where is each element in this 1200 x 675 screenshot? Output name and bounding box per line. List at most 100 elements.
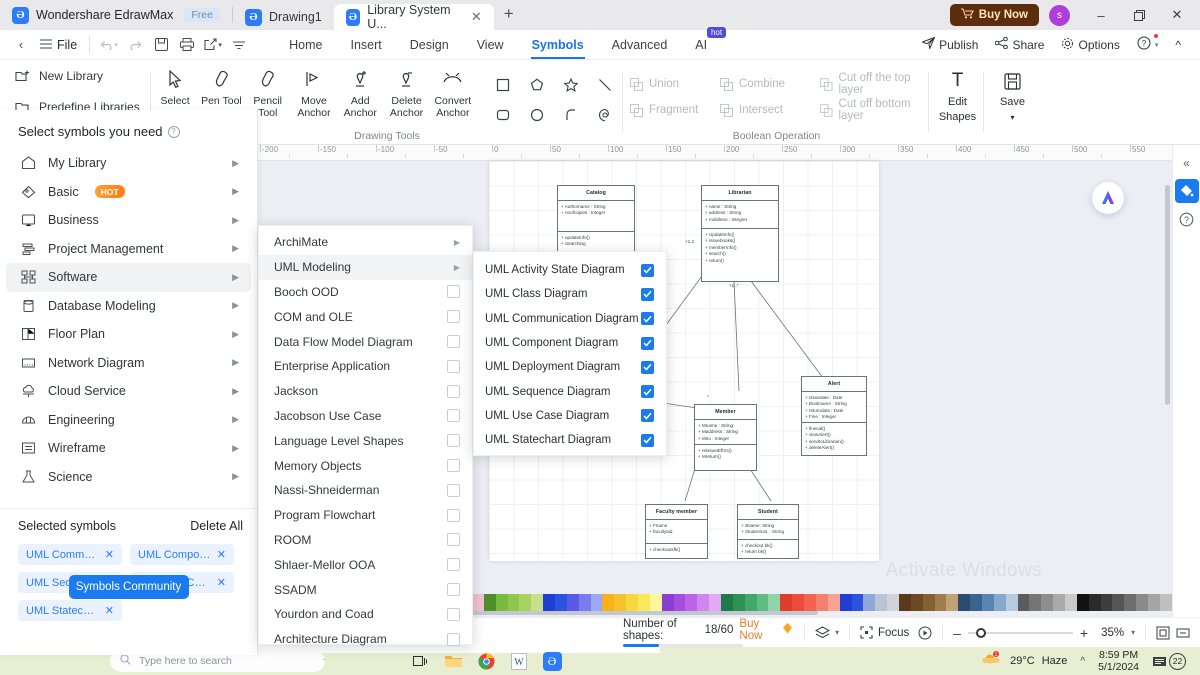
add-anchor-tool[interactable]: Add Anchor bbox=[337, 66, 383, 119]
checkbox[interactable] bbox=[447, 632, 460, 646]
tab-advanced[interactable]: Advanced bbox=[599, 33, 681, 57]
checkbox[interactable] bbox=[447, 359, 460, 373]
chrome-icon[interactable] bbox=[476, 651, 496, 671]
tab-symbols[interactable]: Symbols bbox=[519, 33, 597, 59]
focus-button[interactable]: Focus bbox=[860, 626, 932, 640]
help-button[interactable]: ? ▾ bbox=[1130, 33, 1166, 56]
collapse-panel-icon[interactable]: « bbox=[1175, 151, 1199, 175]
close-icon[interactable]: ✕ bbox=[105, 548, 114, 561]
sidebar-item-software[interactable]: Software ▶ bbox=[6, 263, 251, 292]
checkbox-checked[interactable] bbox=[641, 263, 654, 277]
checkbox[interactable] bbox=[447, 508, 460, 522]
checkbox-checked[interactable] bbox=[641, 312, 654, 326]
share-button[interactable]: Share bbox=[988, 34, 1051, 55]
sidebar-item-my-library[interactable]: My Library ▶ bbox=[6, 149, 251, 178]
zoom-out-button[interactable]: – bbox=[953, 625, 961, 641]
submenu-item-uml-use-case-diagram[interactable]: UML Use Case Diagram bbox=[474, 404, 666, 428]
submenu-item-uml-deployment-diagram[interactable]: UML Deployment Diagram bbox=[474, 355, 666, 379]
line-icon[interactable] bbox=[588, 70, 622, 100]
folder-icon[interactable] bbox=[443, 651, 463, 671]
tab-ai[interactable]: AI hot bbox=[682, 26, 727, 57]
convert-anchor-tool[interactable]: Convert Anchor bbox=[430, 66, 476, 119]
layers-button[interactable]: ▾ bbox=[815, 625, 839, 640]
dropdown-item-yourdon-and-coad[interactable]: Yourdon and Coad bbox=[259, 602, 472, 627]
close-button[interactable]: ✕ bbox=[1158, 0, 1196, 30]
edit-shapes-button[interactable]: T Edit Shapes bbox=[930, 60, 985, 124]
checkbox-checked[interactable] bbox=[641, 433, 654, 447]
uml-class-alert[interactable]: Alert Issuedate : Date Bookname : String… bbox=[801, 376, 867, 456]
spiral-icon[interactable] bbox=[588, 100, 622, 130]
zoom-knob[interactable] bbox=[975, 627, 986, 638]
sidebar-item-database-modeling[interactable]: Database Modeling ▶ bbox=[6, 292, 251, 321]
maximize-button[interactable] bbox=[1120, 0, 1158, 30]
symbol-chip[interactable]: UML Statechart ... ✕ bbox=[18, 600, 122, 621]
checkbox-checked[interactable] bbox=[641, 287, 654, 301]
word-icon[interactable]: W bbox=[509, 651, 529, 671]
uml-class-student[interactable]: Student sName: String Studentcat. : Stri… bbox=[737, 504, 799, 559]
publish-button[interactable]: Publish bbox=[915, 34, 985, 55]
weather-widget[interactable]: 1 29°C Haze bbox=[982, 651, 1067, 671]
checkbox[interactable] bbox=[447, 459, 460, 473]
color-palette[interactable] bbox=[472, 594, 1172, 611]
more-options-icon[interactable] bbox=[226, 32, 252, 58]
undo-icon[interactable]: ▾ bbox=[96, 32, 122, 58]
cut-off-top-layer-button[interactable]: Cut off the top layer bbox=[820, 71, 935, 97]
dropdown-item-language-level-shapes[interactable]: Language Level Shapes bbox=[259, 428, 472, 453]
zoom-dropdown-caret[interactable]: ▾ bbox=[1131, 628, 1135, 637]
checkbox[interactable] bbox=[447, 384, 460, 398]
fit-page-button[interactable] bbox=[1156, 626, 1170, 640]
submenu-item-uml-sequence-diagram[interactable]: UML Sequence Diagram bbox=[474, 379, 666, 403]
ai-assistant-button[interactable] bbox=[1092, 182, 1124, 214]
star-icon[interactable] bbox=[554, 70, 588, 100]
options-button[interactable]: Options bbox=[1054, 34, 1126, 56]
square-icon[interactable] bbox=[486, 70, 520, 100]
collapse-ribbon-button[interactable]: ^ bbox=[1168, 35, 1188, 55]
submenu-item-uml-statechart-diagram[interactable]: UML Statechart Diagram bbox=[474, 428, 666, 452]
checkbox[interactable] bbox=[447, 607, 460, 621]
checkbox-checked[interactable] bbox=[641, 409, 654, 423]
zoom-slider[interactable]: – + 35% ▾ bbox=[953, 625, 1135, 641]
union-button[interactable]: Union bbox=[630, 71, 720, 97]
back-icon[interactable]: ‹ bbox=[8, 32, 34, 58]
dropdown-item-uml-modeling[interactable]: UML Modeling ▶ bbox=[259, 254, 472, 280]
tray-chevron-icon[interactable]: ^ bbox=[1080, 656, 1085, 667]
help-circle-icon[interactable]: ? bbox=[1175, 207, 1199, 231]
tab-home[interactable]: Home bbox=[276, 33, 335, 57]
new-tab-button[interactable]: + bbox=[494, 4, 524, 26]
cut-off-bottom-layer-button[interactable]: Cut off bottom layer bbox=[820, 97, 935, 123]
dropdown-item-shlaer-mellor-ooa[interactable]: Shlaer-Mellor OOA bbox=[259, 552, 472, 577]
dropdown-item-enterprise-application[interactable]: Enterprise Application bbox=[259, 354, 472, 379]
export-icon[interactable]: ▾ bbox=[200, 32, 226, 58]
checkbox[interactable] bbox=[447, 409, 460, 423]
tab-view[interactable]: View bbox=[464, 33, 517, 57]
notifications-button[interactable]: 22 bbox=[1152, 652, 1186, 670]
tab-design[interactable]: Design bbox=[397, 33, 462, 57]
symbol-chip[interactable]: UML Communi... ✕ bbox=[18, 544, 122, 565]
save-dropdown-caret[interactable]: ▾ bbox=[1010, 111, 1014, 124]
minimize-button[interactable]: – bbox=[1082, 0, 1120, 30]
checkbox[interactable] bbox=[447, 533, 460, 547]
uml-class-member[interactable]: Member Mname : String Maddress : String … bbox=[694, 404, 757, 471]
submenu-item-uml-communication-diagram[interactable]: UML Communication Diagram bbox=[474, 307, 666, 331]
pen-tool[interactable]: Pen Tool bbox=[198, 66, 244, 107]
file-menu-button[interactable]: File bbox=[34, 38, 83, 52]
arc-icon[interactable] bbox=[554, 100, 588, 130]
dropdown-item-ssadm[interactable]: SSADM bbox=[259, 577, 472, 602]
sidebar-item-basic[interactable]: Basic HOT ▶ bbox=[6, 178, 251, 207]
dropdown-item-program-flowchart[interactable]: Program Flowchart bbox=[259, 503, 472, 528]
tab-insert[interactable]: Insert bbox=[338, 33, 395, 57]
help-icon[interactable]: ? bbox=[167, 125, 180, 138]
move-anchor-tool[interactable]: Move Anchor bbox=[291, 66, 337, 119]
checkbox[interactable] bbox=[447, 434, 460, 448]
pentagon-icon[interactable] bbox=[520, 70, 554, 100]
status-buy-now-link[interactable]: Buy Now bbox=[739, 618, 775, 642]
vertical-scrollbar[interactable] bbox=[1165, 185, 1170, 405]
sidebar-item-cloud-service[interactable]: Cloud Service ▶ bbox=[6, 377, 251, 406]
redo-icon[interactable] bbox=[122, 32, 148, 58]
dropdown-item-booch-ood[interactable]: Booch OOD bbox=[259, 280, 472, 305]
close-icon[interactable]: ✕ bbox=[105, 604, 114, 617]
checkbox-checked[interactable] bbox=[641, 336, 654, 350]
sidebar-item-business[interactable]: Business ▶ bbox=[6, 206, 251, 235]
avatar[interactable]: s bbox=[1049, 4, 1070, 26]
dropdown-item-archimate[interactable]: ArchiMate ▶ bbox=[259, 230, 472, 255]
